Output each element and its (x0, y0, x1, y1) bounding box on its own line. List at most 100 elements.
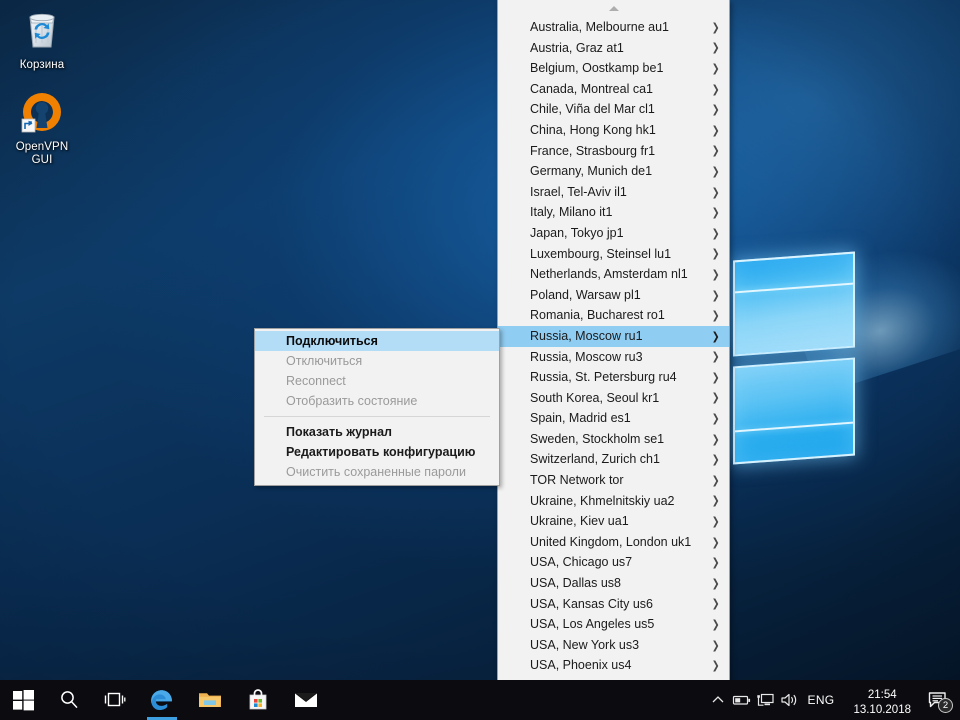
submenu-arrow-icon: ❯ (711, 247, 720, 261)
action-center-button[interactable]: 2 (920, 680, 956, 720)
config-list-item[interactable]: Chile, Viña del Mar cl1 ❯ (498, 99, 729, 120)
store-button[interactable] (234, 680, 282, 720)
context-menu-item: Отобразить состояние (286, 394, 418, 408)
config-list-item-label: Russia, Moscow ru1 (530, 328, 643, 343)
tray-battery-button[interactable] (730, 680, 754, 720)
config-list-item-label: USA, Dallas us8 (530, 576, 622, 591)
submenu-arrow-icon: ❯ (711, 164, 720, 178)
submenu-arrow-icon: ❯ (711, 288, 720, 302)
start-button[interactable] (0, 680, 46, 720)
config-list-item-label: Australia, Melbourne au1 (530, 20, 669, 34)
tray-language-indicator[interactable]: ENG (802, 680, 845, 720)
config-list-item-label: South Korea, Seoul kr1 (530, 390, 660, 405)
task-view-button[interactable] (92, 680, 138, 720)
system-tray: ENG 21:54 13.10.2018 2 (706, 680, 960, 720)
edge-button[interactable] (138, 680, 186, 720)
context-menu-item[interactable]: Показать журнал (255, 422, 499, 442)
config-list-item-label: Japan, Tokyo jp1 (530, 225, 624, 240)
store-bag-icon (249, 689, 267, 710)
config-list-item[interactable]: China, Hong Kong hk1 ❯ (498, 120, 729, 141)
config-list-item[interactable]: Germany, Munich de1 ❯ (498, 161, 729, 182)
tray-volume-button[interactable] (778, 680, 802, 720)
taskbar-empty-area[interactable] (330, 680, 706, 720)
config-list-item[interactable]: Russia, St. Petersburg ru4 ❯ (498, 367, 729, 388)
desktop-icon-recycle-bin[interactable]: Корзина (4, 6, 80, 72)
tray-overflow-button[interactable] (706, 680, 730, 720)
config-list-item[interactable]: France, Strasbourg fr1 ❯ (498, 141, 729, 162)
config-list-item[interactable]: USA, New York us3 ❯ (498, 635, 729, 656)
tray-time: 21:54 (867, 688, 897, 701)
scroll-up-button[interactable] (498, 0, 729, 17)
wallpaper-glow (753, 114, 960, 396)
context-menu-item[interactable]: Редактировать конфигурацию (255, 442, 499, 462)
submenu-arrow-icon: ❯ (711, 370, 720, 384)
config-list-item[interactable]: Austria, Graz at1 ❯ (498, 38, 729, 59)
submenu-arrow-icon: ❯ (711, 535, 720, 549)
submenu-arrow-icon: ❯ (711, 412, 720, 426)
config-list-item[interactable]: TOR Network tor ❯ (498, 470, 729, 491)
search-icon (61, 691, 78, 709)
config-list-item[interactable]: USA, Los Angeles us5 ❯ (498, 614, 729, 635)
config-list-item-label: Germany, Munich de1 (530, 164, 653, 179)
config-list-item[interactable]: Switzerland, Zurich ch1 ❯ (498, 449, 729, 470)
config-list-item[interactable]: Sweden, Stockholm se1 ❯ (498, 429, 729, 450)
config-list-item[interactable]: Israel, Tel-Aviv il1 ❯ (498, 182, 729, 203)
config-list-item-label: Belgium, Oostkamp be1 (530, 61, 664, 76)
submenu-arrow-icon: ❯ (711, 185, 720, 199)
taskbar-buttons (0, 680, 330, 720)
config-list-item-label: Chile, Viña del Mar cl1 (530, 102, 655, 117)
config-list-item[interactable]: Netherlands, Amsterdam nl1 ❯ (498, 264, 729, 285)
context-menu-item: Reconnect (286, 374, 346, 388)
config-list-item[interactable]: Russia, Moscow ru3 ❯ (498, 347, 729, 368)
config-list: Australia, Melbourne au1 ❯ Austria, Graz a… (498, 17, 729, 698)
config-list-item-label: Canada, Montreal ca1 (530, 81, 653, 96)
submenu-arrow-icon: ❯ (711, 597, 720, 611)
config-list-item[interactable]: Spain, Madrid es1 ❯ (498, 408, 729, 429)
submenu-arrow-icon: ❯ (711, 659, 720, 673)
context-menu-item: Очистить сохраненные пароли (286, 465, 466, 479)
config-list-item-label: USA, Los Angeles us5 (530, 617, 655, 632)
config-list-item-label: Netherlands, Amsterdam nl1 (530, 267, 688, 282)
config-list-item-label: Austria, Graz at1 (530, 40, 624, 55)
config-list-item[interactable]: Romania, Bucharest ro1 ❯ (498, 305, 729, 326)
mail-button[interactable] (282, 680, 330, 720)
submenu-arrow-icon: ❯ (711, 391, 720, 405)
search-button[interactable] (46, 680, 92, 720)
submenu-arrow-icon: ❯ (711, 350, 720, 364)
submenu-arrow-icon: ❯ (711, 226, 720, 240)
config-list-item[interactable]: Poland, Warsaw pl1 ❯ (498, 285, 729, 306)
context-menu-item: Отключиться (286, 354, 363, 368)
config-list-item[interactable]: Ukraine, Khmelnitskiy ua2 ❯ (498, 491, 729, 512)
submenu-arrow-icon: ❯ (711, 82, 720, 96)
config-list-item[interactable]: Russia, Moscow ru1 ❯ (498, 325, 729, 347)
config-list-item[interactable]: Italy, Milano it1 ❯ (498, 202, 729, 223)
submenu-arrow-icon: ❯ (711, 20, 720, 34)
config-list-item[interactable]: Australia, Melbourne au1 ❯ (498, 17, 729, 38)
submenu-arrow-icon: ❯ (711, 576, 720, 590)
config-list-item-label: Switzerland, Zurich ch1 (530, 452, 660, 467)
config-list-item[interactable]: Japan, Tokyo jp1 ❯ (498, 223, 729, 244)
desktop-icon-openvpn-gui[interactable]: OpenVPN GUI (4, 88, 80, 167)
submenu-arrow-icon: ❯ (711, 432, 720, 446)
config-list-item[interactable]: South Korea, Seoul kr1 ❯ (498, 388, 729, 409)
tray-network-button[interactable] (754, 680, 778, 720)
config-list-item-label: USA, Kansas City us6 (530, 596, 653, 611)
config-list-item[interactable]: Ukraine, Kiev ua1 ❯ (498, 511, 729, 532)
taskbar: ENG 21:54 13.10.2018 2 (0, 680, 960, 720)
config-list-item[interactable]: USA, Chicago us7 ❯ (498, 552, 729, 573)
config-list-item[interactable]: United Kingdom, London uk1 ❯ (498, 532, 729, 553)
config-list-item[interactable]: Luxembourg, Steinsel lu1 ❯ (498, 244, 729, 265)
config-list-item-label: China, Hong Kong hk1 (530, 122, 656, 137)
config-list-item[interactable]: USA, Kansas City us6 ❯ (498, 594, 729, 615)
context-menu-item[interactable]: Подключиться (255, 331, 499, 351)
config-list-item[interactable]: Belgium, Oostkamp be1 ❯ (498, 58, 729, 79)
chevron-up-icon (608, 6, 619, 11)
config-list-item[interactable]: USA, Dallas us8 ❯ (498, 573, 729, 594)
submenu-arrow-icon: ❯ (711, 473, 720, 487)
config-list-item[interactable]: Canada, Montreal ca1 ❯ (498, 79, 729, 100)
tray-clock[interactable]: 21:54 13.10.2018 (844, 683, 920, 718)
submenu-arrow-icon: ❯ (711, 638, 720, 652)
config-list-item[interactable]: USA, Phoenix us4 ❯ (498, 655, 729, 676)
submenu-arrow-icon: ❯ (711, 556, 720, 570)
file-explorer-button[interactable] (186, 680, 234, 720)
